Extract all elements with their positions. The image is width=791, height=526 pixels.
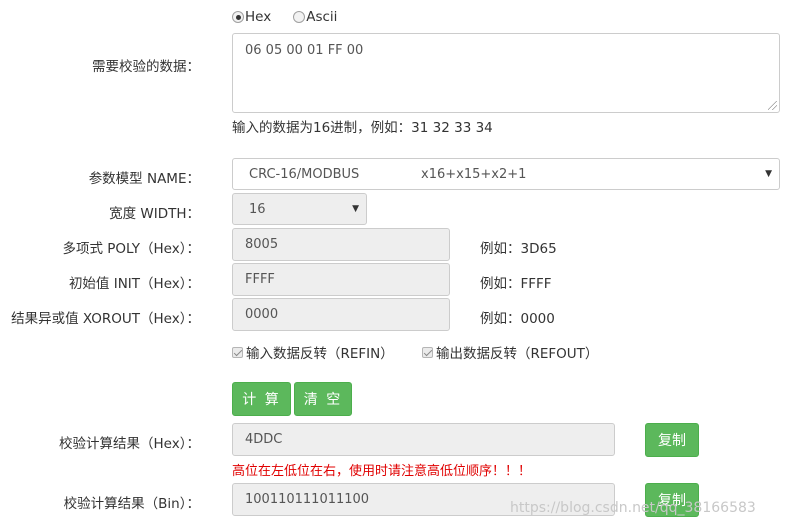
result-hex-label: 校验计算结果（Hex）：	[59, 436, 200, 452]
chevron-down-icon: ▼	[765, 169, 772, 179]
bit-order-warning: 高位在左低位在右，使用时请注意高低位顺序！！！	[232, 464, 532, 479]
model-select[interactable]: CRC-16/MODBUS x16+x15+x2+1 ▼	[232, 158, 780, 190]
init-value: FFFF	[245, 272, 275, 287]
model-select-name: CRC-16/MODBUS	[249, 166, 360, 182]
ascii-radio[interactable]: Ascii	[293, 9, 337, 25]
result-hex-output[interactable]: 4DDC	[232, 423, 615, 456]
format-radio-group: Hex Ascii	[232, 9, 359, 25]
xorout-label: 结果异或值 XOROUT（Hex）：	[11, 311, 200, 327]
ascii-radio-label: Ascii	[306, 9, 338, 25]
refin-check-icon[interactable]	[232, 346, 243, 358]
hex-radio[interactable]: Hex	[232, 9, 271, 25]
refout-checkbox[interactable]: 输出数据反转（REFOUT）	[422, 342, 598, 362]
ascii-radio-dot[interactable]	[293, 11, 306, 23]
xorout-input[interactable]: 0000	[232, 298, 450, 331]
poly-label: 多项式 POLY（Hex）：	[62, 241, 201, 257]
result-bin-value: 100110111011100	[245, 492, 370, 507]
model-select-poly: x16+x15+x2+1	[421, 166, 527, 182]
poly-example: 例如：3D65	[480, 241, 557, 257]
poly-value: 8005	[245, 237, 279, 252]
refin-label: 输入数据反转（REFIN）	[246, 346, 394, 362]
width-label: 宽度 WIDTH：	[109, 206, 200, 222]
resize-grip-icon[interactable]	[768, 101, 777, 110]
data-input-hint: 输入的数据为16进制，例如：31 32 33 34	[232, 120, 493, 136]
refin-checkbox[interactable]: 输入数据反转（REFIN）	[232, 342, 394, 362]
width-select[interactable]: 16 ▼	[232, 193, 367, 225]
calculate-button[interactable]: 计 算	[232, 382, 291, 416]
model-label: 参数模型 NAME：	[88, 171, 200, 187]
result-hex-value: 4DDC	[245, 432, 283, 447]
width-select-value: 16	[249, 201, 266, 217]
data-input-value: 06 05 00 01 FF 00	[245, 43, 364, 58]
result-bin-label: 校验计算结果（Bin）：	[63, 496, 200, 512]
data-input-textarea[interactable]: 06 05 00 01 FF 00	[232, 33, 780, 113]
hex-radio-label: Hex	[245, 9, 272, 25]
clear-button[interactable]: 清 空	[294, 382, 352, 416]
init-label: 初始值 INIT（Hex）：	[68, 276, 200, 292]
init-example: 例如：FFFF	[480, 276, 552, 292]
refout-check-icon[interactable]	[422, 346, 433, 358]
watermark: https://blog.csdn.net/qq_38166583	[510, 500, 756, 516]
xorout-example: 例如：0000	[480, 311, 555, 327]
data-input-label: 需要校验的数据：	[92, 59, 200, 75]
init-input[interactable]: FFFF	[232, 263, 450, 296]
refout-label: 输出数据反转（REFOUT）	[436, 346, 599, 362]
poly-input[interactable]: 8005	[232, 228, 450, 261]
hex-radio-dot[interactable]	[232, 11, 244, 23]
xorout-value: 0000	[245, 307, 279, 322]
chevron-down-icon: ▼	[352, 204, 359, 214]
copy-hex-button[interactable]: 复制	[645, 423, 699, 457]
